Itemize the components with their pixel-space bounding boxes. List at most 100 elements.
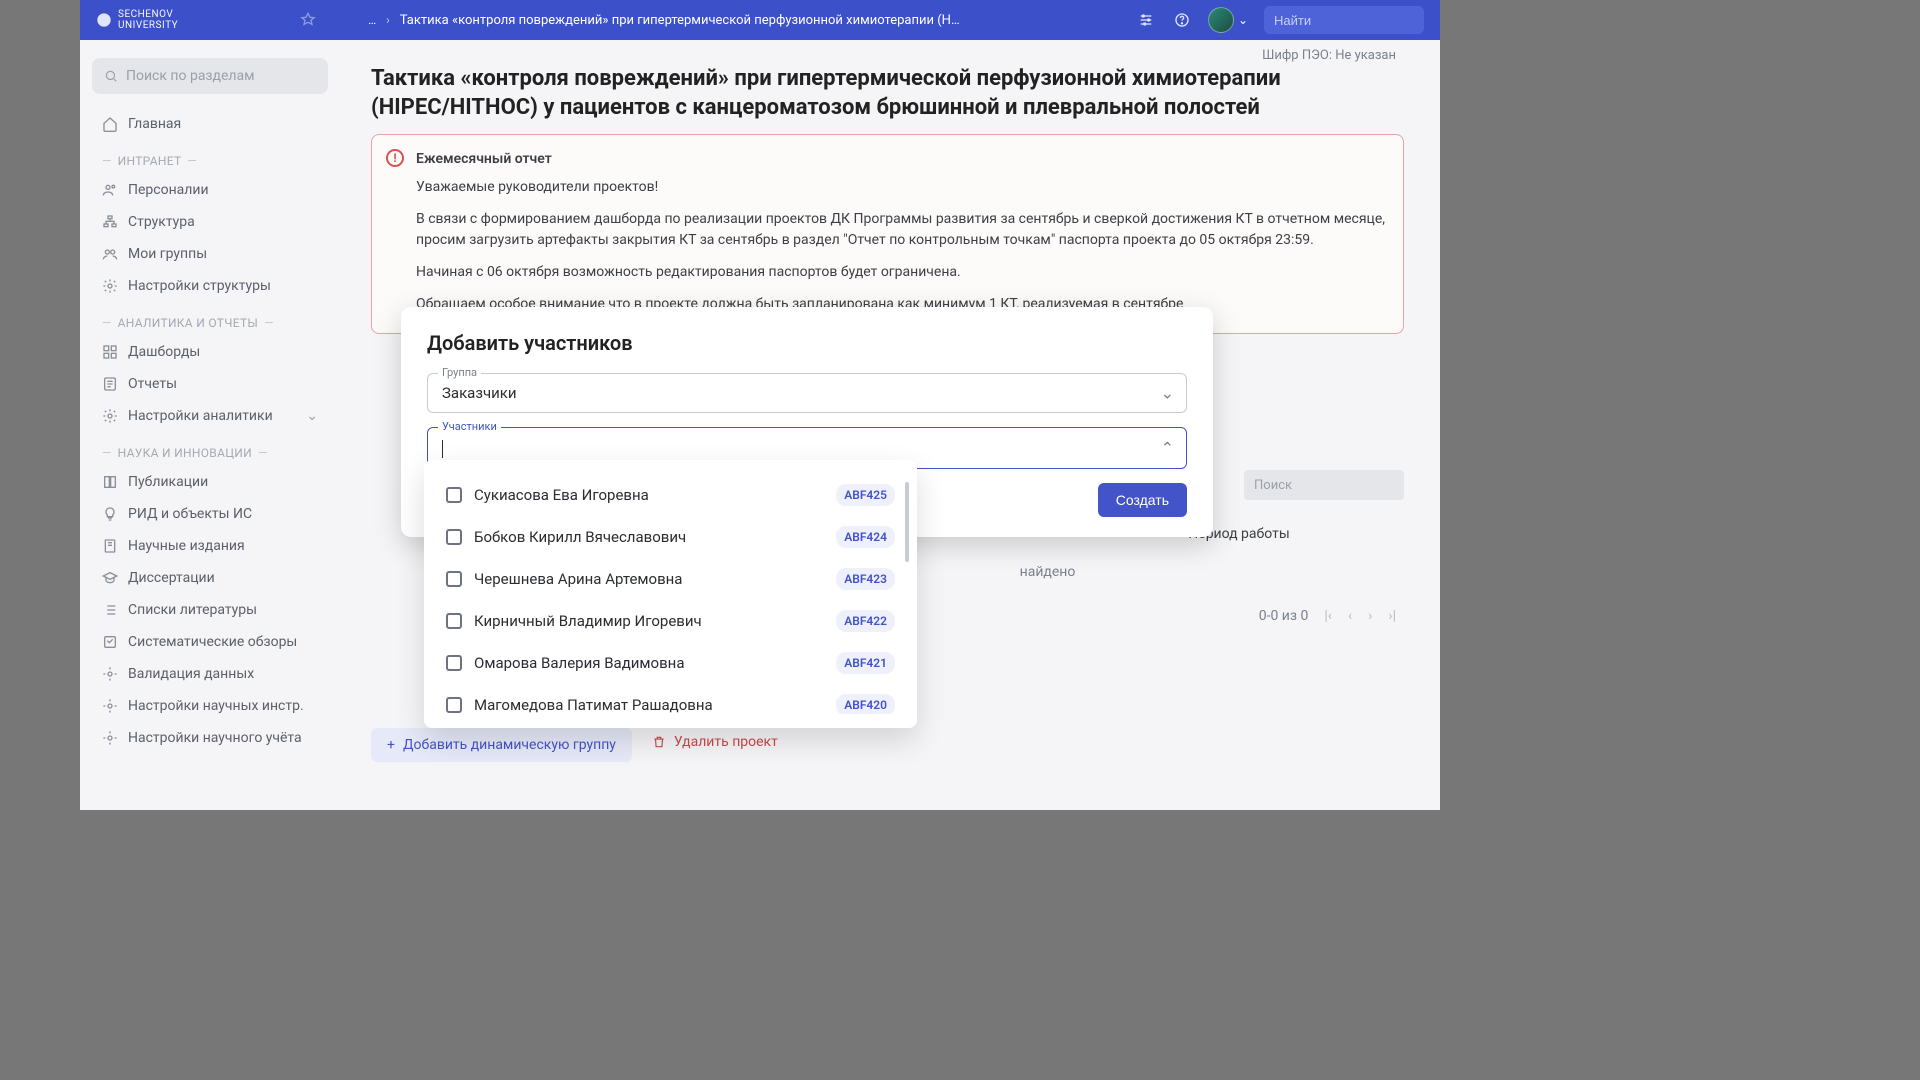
review-icon	[102, 634, 118, 650]
sidebar-item-journals[interactable]: Научные издания	[92, 530, 328, 562]
checkbox-icon[interactable]	[446, 697, 462, 713]
checkbox-icon[interactable]	[446, 655, 462, 671]
sidebar-item-label: Систематические обзоры	[128, 634, 297, 650]
group-icon	[102, 246, 118, 262]
chevron-down-icon: ⌄	[1238, 13, 1248, 27]
sidebar-item-analytics-settings[interactable]: Настройки аналитики⌄	[92, 400, 328, 432]
alert-icon: !	[386, 149, 404, 167]
sidebar-search-placeholder: Поиск по разделам	[126, 68, 255, 84]
sidebar-item-data-validation[interactable]: Валидация данных	[92, 658, 328, 690]
report-icon	[102, 376, 118, 392]
sidebar-item-dissertations[interactable]: Диссертации	[92, 562, 328, 594]
checkbox-icon[interactable]	[446, 529, 462, 545]
sidebar-item-dashboards[interactable]: Дашборды	[92, 336, 328, 368]
sidebar: Поиск по разделам Главная ИНТРАНЕТ Персо…	[80, 40, 340, 772]
sidebar-item-publications[interactable]: Публикации	[92, 466, 328, 498]
breadcrumb-ellipsis[interactable]: …	[368, 13, 376, 27]
scrollbar[interactable]	[905, 482, 909, 562]
sidebar-item-struct-settings[interactable]: Настройки структуры	[92, 270, 328, 302]
sidebar-item-label: Настройки научных инстр.	[128, 698, 304, 714]
option-code: ABF421	[836, 652, 895, 674]
global-search-input[interactable]	[1274, 13, 1450, 28]
create-button[interactable]: Создать	[1098, 483, 1187, 517]
tree-icon	[102, 214, 118, 230]
sidebar-item-label: Диссертации	[128, 570, 215, 586]
field-label: Группа	[438, 366, 481, 379]
logo-icon	[96, 12, 112, 28]
dropdown-option[interactable]: Магомедова Патимат РашадовнаABF420	[442, 684, 899, 714]
top-bar: SECHENOV UNIVERSITY … › Тактика «контрол…	[80, 0, 1440, 40]
sidebar-item-reports[interactable]: Отчеты	[92, 368, 328, 400]
page-title: Тактика «контроля повреждений» при гипер…	[371, 65, 1404, 122]
sidebar-item-label: Мои группы	[128, 246, 207, 262]
alert-text: Начиная с 06 октября возможность редакти…	[416, 262, 1385, 284]
option-code: ABF423	[836, 568, 895, 590]
gear-icon	[102, 666, 118, 682]
gear-icon	[102, 408, 118, 424]
alert-box: ! Ежемесячный отчет Уважаемые руководите…	[371, 134, 1404, 334]
last-page-icon[interactable]: ›|	[1388, 608, 1396, 624]
option-code: ABF425	[836, 484, 895, 506]
sidebar-item-label: Настройки научного учёта	[128, 730, 302, 746]
alert-text: Уважаемые руководители проектов!	[416, 177, 1385, 199]
cipher-label: Шифр ПЭО: Не указан	[371, 48, 1404, 63]
sidebar-item-sci-instr[interactable]: Настройки научных инстр.	[92, 690, 328, 722]
dropdown-option[interactable]: Сукиасова Ева ИгоревнаABF425	[442, 474, 899, 516]
pin-icon[interactable]	[298, 10, 318, 30]
home-icon	[102, 116, 118, 132]
equalizer-icon[interactable]	[1136, 10, 1156, 30]
group-select[interactable]: Группа Заказчики ⌄	[427, 373, 1187, 413]
sidebar-item-label: Персоналии	[128, 182, 209, 198]
option-name: Кирничный Владимир Игоревич	[474, 612, 702, 630]
table-search[interactable]: Поиск	[1244, 470, 1404, 500]
sidebar-item-label: Дашборды	[128, 344, 200, 360]
add-dynamic-group-button[interactable]: + Добавить динамическую группу	[371, 728, 632, 762]
next-page-icon[interactable]: ›	[1368, 608, 1372, 624]
sidebar-item-label: Публикации	[128, 474, 208, 490]
prev-page-icon[interactable]: ‹	[1348, 608, 1352, 624]
sidebar-item-lit-lists[interactable]: Списки литературы	[92, 594, 328, 626]
checkbox-icon[interactable]	[446, 487, 462, 503]
breadcrumb-title[interactable]: Тактика «контроля повреждений» при гипер…	[400, 13, 960, 28]
alert-title: Ежемесячный отчет	[416, 149, 1385, 171]
cap-icon	[102, 570, 118, 586]
sidebar-item-label: Настройки структуры	[128, 278, 271, 294]
logo-text-1: SECHENOV	[118, 9, 178, 20]
checkbox-icon[interactable]	[446, 613, 462, 629]
option-name: Бобков Кирилл Вячеславович	[474, 528, 686, 546]
sidebar-item-label: Главная	[128, 116, 181, 132]
dropdown-option[interactable]: Омарова Валерия ВадимовнаABF421	[442, 642, 899, 684]
global-search[interactable]	[1264, 6, 1424, 34]
sidebar-item-sci-acct[interactable]: Настройки научного учёта	[92, 722, 328, 754]
sidebar-section-intranet: ИНТРАНЕТ	[92, 140, 328, 174]
checkbox-icon[interactable]	[446, 571, 462, 587]
content: Шифр ПЭО: Не указан Тактика «контроля по…	[355, 40, 1420, 334]
list-icon	[102, 602, 118, 618]
sidebar-item-structure[interactable]: Структура	[92, 206, 328, 238]
chevron-right-icon: ›	[386, 13, 390, 27]
first-page-icon[interactable]: |‹	[1324, 608, 1332, 624]
breadcrumb: … › Тактика «контроля повреждений» при г…	[368, 13, 1116, 28]
sidebar-item-label: Валидация данных	[128, 666, 254, 682]
option-code: ABF424	[836, 526, 895, 548]
sidebar-item-rid[interactable]: РИД и объекты ИС	[92, 498, 328, 530]
user-menu[interactable]: ⌄	[1208, 7, 1248, 33]
option-code: ABF422	[836, 610, 895, 632]
book-icon	[102, 474, 118, 490]
sidebar-item-persons[interactable]: Персоналии	[92, 174, 328, 206]
trash-icon	[652, 735, 666, 749]
chevron-up-icon: ⌃	[1161, 438, 1174, 457]
dropdown-option[interactable]: Бобков Кирилл Вячеславович ABF424	[442, 516, 899, 558]
sidebar-item-mygroups[interactable]: Мои группы	[92, 238, 328, 270]
sidebar-item-sys-reviews[interactable]: Систематические обзоры	[92, 626, 328, 658]
bulb-icon	[102, 506, 118, 522]
logo[interactable]: SECHENOV UNIVERSITY	[96, 9, 178, 31]
table-search-placeholder: Поиск	[1254, 478, 1292, 493]
sidebar-item-home[interactable]: Главная	[92, 108, 328, 140]
delete-project-button[interactable]: Удалить проект	[636, 728, 794, 756]
search-icon	[104, 69, 118, 83]
dropdown-option[interactable]: Кирничный Владимир Игоревич ABF422	[442, 600, 899, 642]
dropdown-option[interactable]: Черешнева Арина АртемовнаABF423	[442, 558, 899, 600]
help-icon[interactable]	[1172, 10, 1192, 30]
sidebar-search[interactable]: Поиск по разделам	[92, 58, 328, 94]
